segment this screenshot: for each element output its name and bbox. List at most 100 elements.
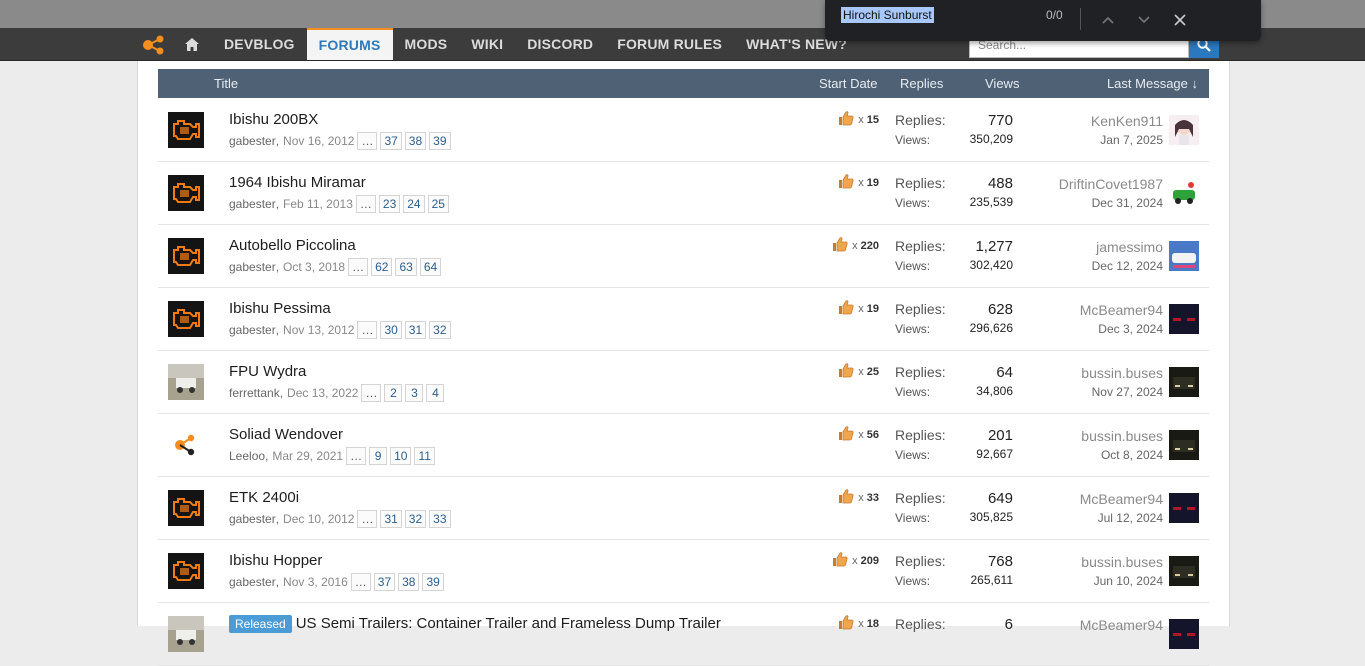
- last-post-date[interactable]: Dec 31, 2024: [1092, 196, 1163, 210]
- last-poster-avatar[interactable]: [1169, 304, 1199, 334]
- thread-start-date[interactable]: Nov 16, 2012: [283, 134, 354, 148]
- page-jump-ellipsis[interactable]: …: [357, 132, 378, 150]
- thread-start-date[interactable]: Nov 3, 2016: [283, 575, 348, 589]
- last-poster-avatar[interactable]: [1169, 367, 1199, 397]
- header-start-date[interactable]: Start Date: [819, 69, 878, 98]
- page-link[interactable]: 24: [403, 195, 425, 213]
- last-poster-name[interactable]: McBeamer94: [1080, 302, 1163, 318]
- page-jump-ellipsis[interactable]: …: [350, 573, 371, 591]
- thread-author-avatar[interactable]: [168, 490, 204, 526]
- header-views[interactable]: Views: [985, 69, 1019, 98]
- page-link[interactable]: 30: [380, 321, 402, 339]
- page-link[interactable]: 32: [429, 321, 451, 339]
- thread-start-date[interactable]: Dec 10, 2012: [283, 512, 354, 526]
- page-jump-ellipsis[interactable]: …: [348, 258, 369, 276]
- nav-tab-devblog[interactable]: DEVBLOG: [212, 28, 307, 60]
- thread-author[interactable]: ferrettank: [229, 386, 280, 400]
- thread-author-avatar[interactable]: [168, 364, 204, 400]
- last-poster-avatar[interactable]: [1169, 619, 1199, 649]
- page-link[interactable]: 10: [390, 447, 412, 465]
- last-poster-name[interactable]: bussin.buses: [1081, 428, 1163, 444]
- thread-author[interactable]: gabester: [229, 197, 276, 211]
- page-link[interactable]: 39: [429, 132, 451, 150]
- last-post-date[interactable]: Jun 10, 2024: [1094, 574, 1163, 588]
- page-link[interactable]: 4: [426, 384, 445, 402]
- page-link[interactable]: 31: [380, 510, 402, 528]
- last-poster-name[interactable]: bussin.buses: [1081, 365, 1163, 381]
- page-link[interactable]: 2: [384, 384, 403, 402]
- last-poster-name[interactable]: bussin.buses: [1081, 554, 1163, 570]
- thread-title-link[interactable]: Ibishu 200BX: [229, 111, 318, 128]
- page-jump-ellipsis[interactable]: …: [361, 384, 382, 402]
- thread-author[interactable]: gabester: [229, 134, 276, 148]
- last-post-date[interactable]: Dec 12, 2024: [1092, 259, 1163, 273]
- thread-title-link[interactable]: Ibishu Pessima: [229, 300, 331, 317]
- page-jump-ellipsis[interactable]: …: [346, 447, 367, 465]
- last-poster-avatar[interactable]: [1169, 241, 1199, 271]
- page-link[interactable]: 25: [427, 195, 449, 213]
- last-poster-name[interactable]: McBeamer94: [1080, 617, 1163, 633]
- page-link[interactable]: 11: [414, 447, 435, 465]
- last-post-date[interactable]: Jul 12, 2024: [1098, 511, 1163, 525]
- thread-start-date[interactable]: Nov 13, 2012: [283, 323, 354, 337]
- thread-title-link[interactable]: Autobello Piccolina: [229, 237, 356, 254]
- beamng-logo-icon[interactable]: [141, 33, 169, 57]
- page-jump-ellipsis[interactable]: …: [357, 510, 378, 528]
- page-link[interactable]: 32: [404, 510, 427, 528]
- thread-prefix-badge[interactable]: Released: [229, 615, 292, 633]
- thread-start-date[interactable]: Mar 29, 2021: [272, 449, 343, 463]
- thread-author[interactable]: gabester: [229, 260, 276, 274]
- thread-title-link[interactable]: Ibishu Hopper: [229, 552, 322, 569]
- last-poster-avatar[interactable]: [1169, 115, 1199, 145]
- find-input[interactable]: Hirochi Sunburst: [841, 7, 934, 23]
- last-poster-name[interactable]: jamessimo: [1096, 239, 1163, 255]
- home-icon[interactable]: [178, 28, 206, 60]
- last-poster-avatar[interactable]: [1169, 493, 1199, 523]
- page-link[interactable]: 63: [395, 258, 417, 276]
- page-link[interactable]: 9: [369, 447, 388, 465]
- thread-title-link[interactable]: FPU Wydra: [229, 363, 306, 380]
- header-replies[interactable]: Replies: [900, 69, 943, 98]
- find-close-button[interactable]: [1166, 6, 1194, 34]
- find-next-button[interactable]: [1130, 6, 1158, 34]
- thread-author-avatar[interactable]: [168, 301, 204, 337]
- nav-tab-forum-rules[interactable]: FORUM RULES: [605, 28, 734, 60]
- page-link[interactable]: 39: [422, 573, 444, 591]
- header-last-message[interactable]: Last Message ↓: [1107, 69, 1198, 98]
- page-link[interactable]: 23: [378, 195, 401, 213]
- page-link[interactable]: 38: [398, 573, 420, 591]
- thread-start-date[interactable]: Feb 11, 2013: [283, 197, 353, 211]
- thread-author[interactable]: gabester: [229, 323, 276, 337]
- header-title[interactable]: Title: [214, 69, 238, 98]
- page-link[interactable]: 37: [380, 132, 402, 150]
- page-jump-ellipsis[interactable]: …: [355, 195, 376, 213]
- find-previous-button[interactable]: [1094, 6, 1122, 34]
- thread-author[interactable]: gabester: [229, 512, 276, 526]
- page-link[interactable]: 33: [429, 510, 451, 528]
- thread-start-date[interactable]: Dec 13, 2022: [287, 386, 358, 400]
- thread-author[interactable]: Leeloo: [229, 449, 265, 463]
- thread-title-link[interactable]: 1964 Ibishu Miramar: [229, 174, 366, 191]
- thread-title-link[interactable]: Soliad Wendover: [229, 426, 343, 443]
- nav-tab-mods[interactable]: MODS: [393, 28, 460, 60]
- page-link[interactable]: 3: [405, 384, 424, 402]
- last-post-date[interactable]: Dec 3, 2024: [1098, 322, 1163, 336]
- last-poster-name[interactable]: DriftinCovet1987: [1059, 176, 1163, 192]
- thread-start-date[interactable]: Oct 3, 2018: [283, 260, 345, 274]
- thread-author-avatar[interactable]: [168, 553, 204, 589]
- page-link[interactable]: 64: [419, 258, 442, 276]
- last-post-date[interactable]: Nov 27, 2024: [1092, 385, 1163, 399]
- thread-title-link[interactable]: US Semi Trailers: Container Trailer and …: [296, 615, 721, 632]
- thread-author-avatar[interactable]: [168, 112, 204, 148]
- nav-tab-forums[interactable]: FORUMS: [306, 28, 393, 60]
- last-poster-avatar[interactable]: [1169, 430, 1199, 460]
- thread-author-avatar[interactable]: [168, 238, 204, 274]
- page-link[interactable]: 38: [404, 132, 427, 150]
- thread-author[interactable]: gabester: [229, 575, 276, 589]
- thread-author-avatar[interactable]: [168, 616, 204, 652]
- last-post-date[interactable]: Oct 8, 2024: [1101, 448, 1163, 462]
- nav-tab-discord[interactable]: DISCORD: [515, 28, 605, 60]
- thread-title-link[interactable]: ETK 2400i: [229, 489, 299, 506]
- thread-author-avatar[interactable]: [168, 427, 204, 463]
- last-poster-name[interactable]: KenKen911: [1091, 113, 1163, 129]
